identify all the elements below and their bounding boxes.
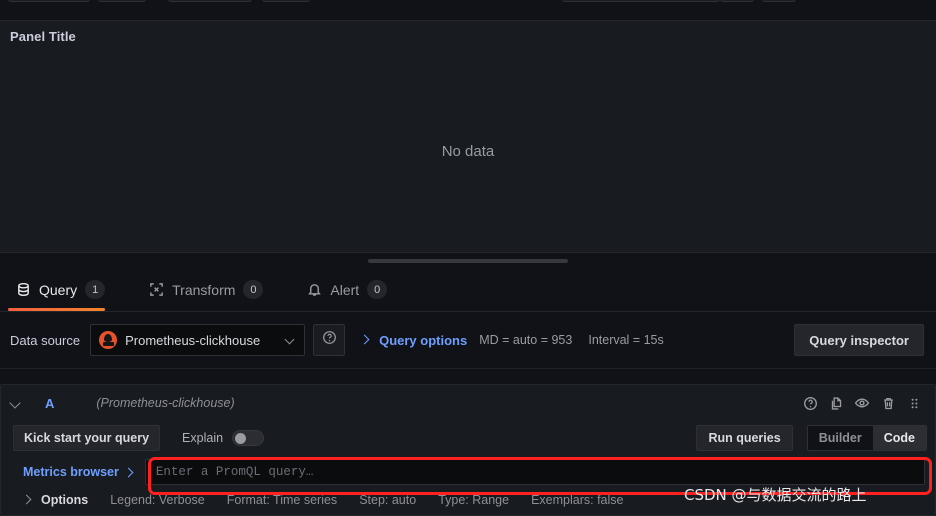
chevron-right-icon[interactable] — [23, 496, 31, 504]
bell-icon — [307, 282, 322, 297]
panel-editor: Panel Title No data Query 1 Transform 0 … — [0, 0, 936, 516]
editor-tab-bar: Query 1 Transform 0 Alert 0 — [0, 268, 936, 312]
toolbar-ghost-button-3[interactable] — [168, 0, 252, 2]
drag-query-icon[interactable] — [901, 390, 927, 416]
tab-transform[interactable]: Transform 0 — [145, 268, 277, 311]
query-options-label: Query options — [379, 332, 468, 348]
metrics-browser-label: Metrics browser — [23, 465, 119, 479]
toolbar-ghost-button-5[interactable] — [562, 0, 720, 2]
chevron-right-icon — [361, 336, 369, 344]
query-options-footer-title[interactable]: Options — [41, 493, 88, 507]
option-legend: Legend: Verbose — [110, 493, 205, 507]
option-type: Type: Range — [438, 493, 510, 507]
toolbar-ghost-button-7[interactable] — [762, 0, 796, 2]
datasource-help-button[interactable] — [313, 324, 346, 356]
query-row-a: A (Prometheus-clickhouse) Kick start you… — [0, 384, 936, 516]
interval-summary: Interval = 15s — [588, 333, 664, 347]
datasource-selected-name: Prometheus-clickhouse — [125, 332, 261, 348]
toolbar-ghost-button-1[interactable] — [8, 0, 90, 2]
toolbar-ghost-button-2[interactable] — [98, 0, 146, 2]
query-options-toggle[interactable]: Query options — [361, 333, 467, 348]
max-data-points-summary: MD = auto = 953 — [479, 333, 573, 347]
option-exemplars: Exemplars: false — [531, 493, 624, 507]
tab-alert[interactable]: Alert 0 — [303, 268, 401, 311]
tab-query[interactable]: Query 1 — [8, 268, 119, 311]
query-inspector-button[interactable]: Query inspector — [794, 324, 924, 356]
query-help-icon[interactable] — [797, 390, 823, 416]
tab-transform-count: 0 — [243, 280, 264, 299]
run-queries-button[interactable]: Run queries — [696, 425, 793, 451]
query-row-header: A (Prometheus-clickhouse) — [1, 385, 935, 421]
database-icon — [16, 282, 31, 297]
transform-icon — [149, 282, 164, 297]
tab-query-label: Query — [39, 281, 78, 298]
promql-input-shell: Enter a PromQL query… — [144, 455, 925, 489]
kick-start-query-button[interactable]: Kick start your query — [13, 425, 161, 451]
explain-toggle-group[interactable]: Explain — [182, 430, 265, 446]
chevron-right-icon — [125, 468, 133, 476]
promql-query-input[interactable]: Enter a PromQL query… — [144, 459, 925, 485]
datasource-picker[interactable]: Prometheus-clickhouse — [90, 324, 306, 356]
chevron-down-icon — [286, 335, 296, 345]
query-datasource-note: (Prometheus-clickhouse) — [96, 396, 235, 410]
splitter-grip-handle[interactable] — [368, 259, 568, 263]
panel-title: Panel Title — [10, 29, 76, 44]
pane-splitter[interactable] — [0, 252, 936, 268]
datasource-row: Data source Prometheus-clickhouse Query … — [0, 312, 936, 368]
datasource-label: Data source — [10, 332, 81, 348]
query-editor-toolbar: Kick start your query Explain Run querie… — [1, 421, 935, 455]
option-step: Step: auto — [359, 493, 417, 507]
editor-mode-radio-group: Builder Code — [806, 425, 927, 451]
panel-preview: Panel Title No data — [0, 20, 936, 252]
datasource-row-divider — [0, 368, 936, 369]
top-toolbar-strip — [0, 0, 936, 20]
question-circle-icon — [322, 330, 337, 350]
promql-editor-row: Metrics browser Enter a PromQL query… — [1, 455, 935, 489]
tab-alert-count: 0 — [367, 280, 388, 299]
remove-query-icon[interactable] — [875, 390, 901, 416]
toggle-query-visibility-icon[interactable] — [849, 390, 875, 416]
tab-transform-label: Transform — [172, 281, 236, 298]
prometheus-logo-icon — [99, 331, 118, 349]
query-ref-id[interactable]: A — [45, 396, 54, 411]
collapse-query-icon[interactable] — [7, 394, 25, 412]
option-format: Format: Time series — [226, 493, 338, 507]
panel-no-data-message: No data — [441, 143, 495, 160]
query-options-footer: Options Legend: Verbose Format: Time ser… — [1, 489, 935, 511]
editor-mode-builder[interactable]: Builder — [808, 426, 873, 450]
editor-mode-code[interactable]: Code — [872, 426, 926, 450]
explain-switch[interactable] — [232, 430, 265, 446]
toolbar-ghost-button-4[interactable] — [262, 0, 310, 2]
metrics-browser-toggle[interactable]: Metrics browser — [23, 455, 145, 489]
explain-label: Explain — [182, 431, 224, 445]
toolbar-ghost-button-6[interactable] — [720, 0, 754, 2]
duplicate-query-icon[interactable] — [823, 390, 849, 416]
tab-query-count: 1 — [85, 280, 106, 299]
active-tab-indicator — [8, 308, 106, 311]
tab-alert-label: Alert — [330, 281, 360, 298]
